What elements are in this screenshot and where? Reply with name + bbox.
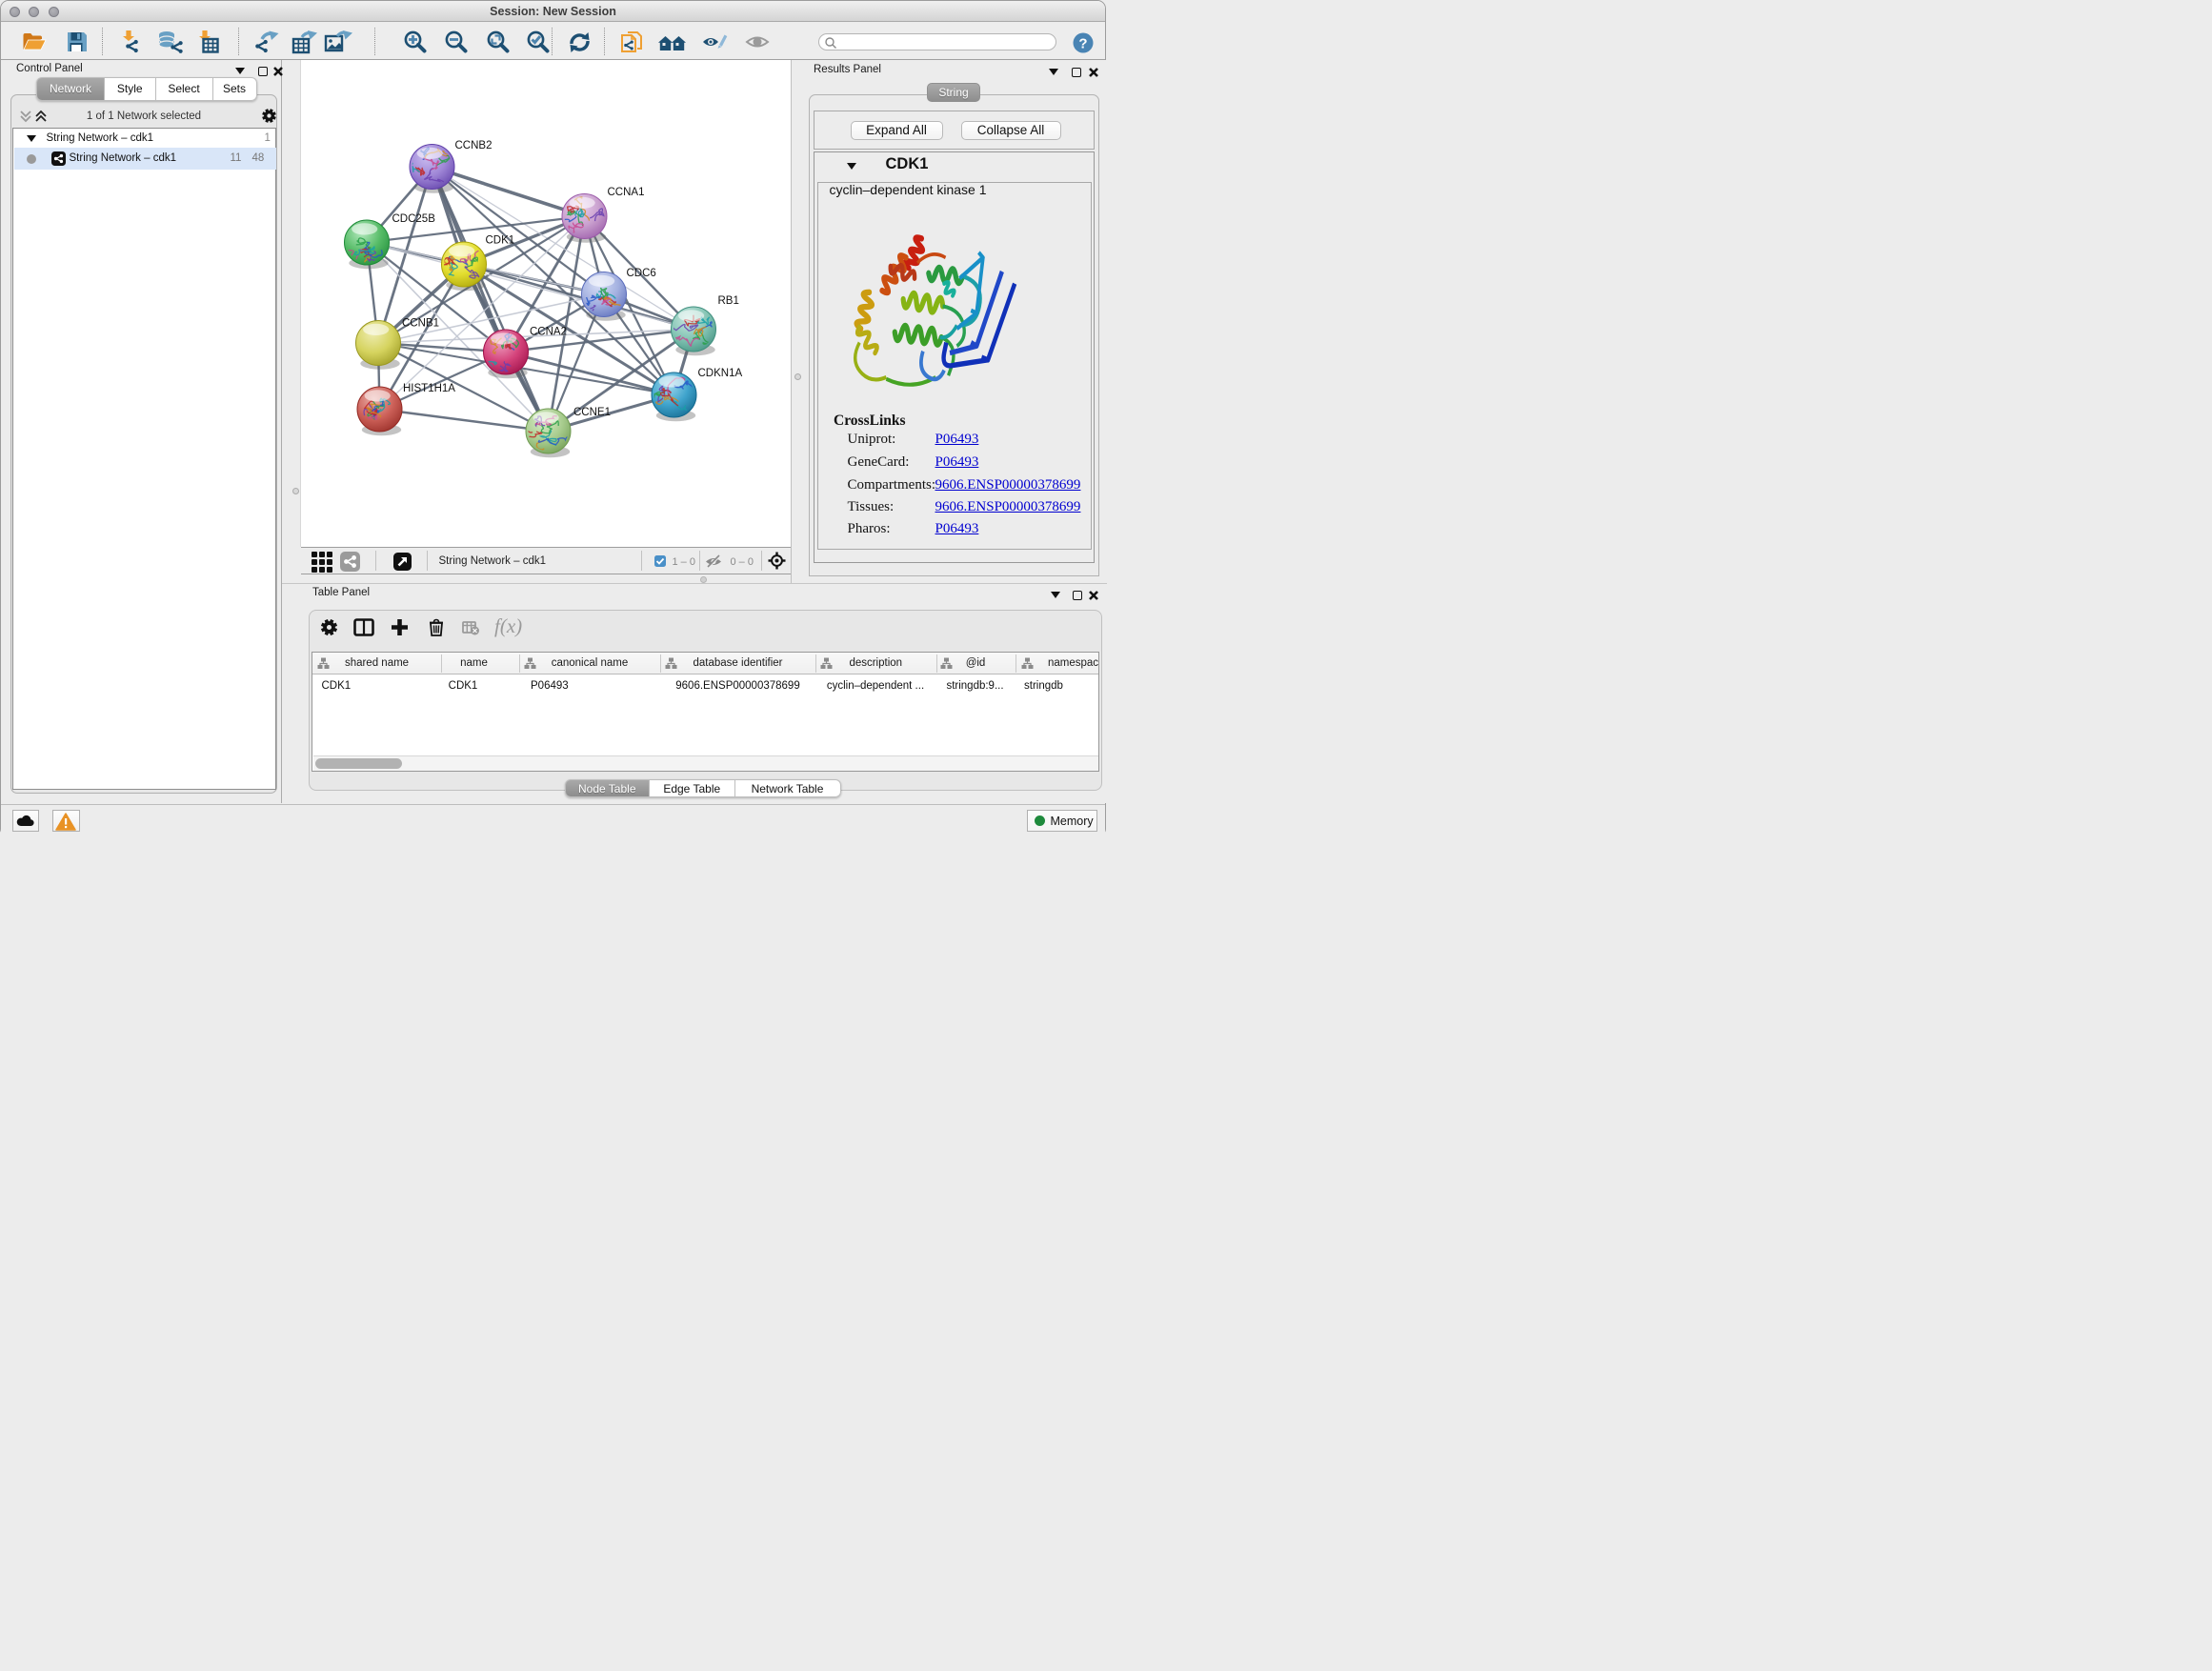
svg-text:RB1: RB1 <box>718 295 739 307</box>
svg-text:CDC25B: CDC25B <box>392 213 436 225</box>
svg-text:?: ? <box>1078 36 1087 52</box>
svg-text:CCNA1: CCNA1 <box>608 187 645 198</box>
svg-text:CDC6: CDC6 <box>627 268 656 279</box>
svg-text:CDK1: CDK1 <box>486 235 515 247</box>
svg-text:CCNE1: CCNE1 <box>573 407 611 418</box>
svg-text:CDKN1A: CDKN1A <box>698 368 743 379</box>
svg-text:CCNB1: CCNB1 <box>402 318 439 330</box>
svg-text:HIST1H1A: HIST1H1A <box>403 383 455 394</box>
svg-text:CCNB2: CCNB2 <box>455 140 493 151</box>
svg-text:CCNA2: CCNA2 <box>530 327 567 338</box>
